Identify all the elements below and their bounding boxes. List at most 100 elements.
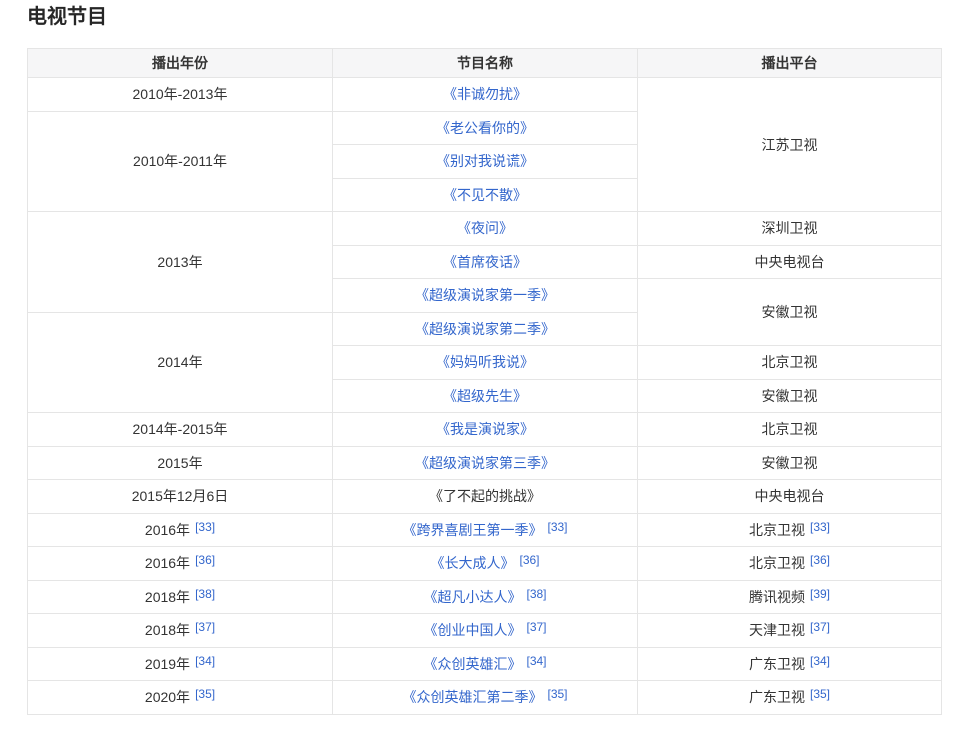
cell-name: 《不见不散》 — [333, 178, 638, 212]
reference-link[interactable]: [36] — [810, 553, 830, 567]
reference-link[interactable]: [35] — [547, 687, 567, 701]
reference-link[interactable]: [34] — [526, 654, 546, 668]
program-link[interactable]: 《长大成人》 — [430, 555, 514, 571]
cell-name: 《众创英雄汇》 [34] — [333, 647, 638, 681]
program-link[interactable]: 《超级先生》 — [443, 388, 527, 404]
table-row: 2015年12月6日《了不起的挑战》中央电视台 — [28, 480, 942, 514]
cell-platform: 广东卫视 [35] — [638, 681, 942, 715]
reference-link[interactable]: [34] — [810, 654, 830, 668]
program-link[interactable]: 《超凡小达人》 — [423, 589, 521, 605]
cell-name: 《众创英雄汇第二季》 [35] — [333, 681, 638, 715]
program-link[interactable]: 《夜问》 — [457, 220, 513, 236]
platform-text: 安徽卫视 — [762, 455, 818, 471]
cell-platform: 安徽卫视 — [638, 379, 942, 413]
table-row: 2018年 [37] 《创业中国人》 [37] 天津卫视 [37] — [28, 614, 942, 648]
table-row: 2018年 [38] 《超凡小达人》 [38] 腾讯视频 [39] — [28, 580, 942, 614]
program-link[interactable]: 《老公看你的》 — [436, 120, 534, 136]
program-link[interactable]: 《超级演说家第一季》 — [415, 287, 555, 303]
table-row: 2020年 [35] 《众创英雄汇第二季》 [35] 广东卫视 [35] — [28, 681, 942, 715]
cell-name: 《别对我说谎》 — [333, 145, 638, 179]
year-text: 2014年-2015年 — [133, 421, 228, 437]
program-link[interactable]: 《超级演说家第二季》 — [415, 321, 555, 337]
platform-text: 天津卫视 — [749, 622, 805, 638]
cell-year: 2010年-2011年 — [28, 111, 333, 212]
program-link[interactable]: 《我是演说家》 — [436, 421, 534, 437]
platform-text: 深圳卫视 — [762, 220, 818, 236]
cell-platform: 北京卫视 — [638, 346, 942, 380]
platform-text: 江苏卫视 — [762, 137, 818, 153]
cell-name: 《超凡小达人》 [38] — [333, 580, 638, 614]
year-text: 2018年 — [145, 622, 190, 638]
page-title: 电视节目 — [27, 6, 942, 28]
cell-platform: 江苏卫视 — [638, 78, 942, 212]
cell-year: 2015年 — [28, 446, 333, 480]
year-text: 2010年-2013年 — [133, 86, 228, 102]
cell-year: 2010年-2013年 — [28, 78, 333, 112]
table-row: 2013年《夜问》深圳卫视 — [28, 212, 942, 246]
program-link[interactable]: 《非诚勿扰》 — [443, 86, 527, 102]
reference-link[interactable]: [39] — [810, 587, 830, 601]
reference-link[interactable]: [37] — [195, 620, 215, 634]
year-text: 2014年 — [157, 354, 202, 370]
program-link[interactable]: 《不见不散》 — [443, 187, 527, 203]
reference-link[interactable]: [36] — [195, 553, 215, 567]
cell-platform: 天津卫视 [37] — [638, 614, 942, 648]
platform-text: 北京卫视 — [762, 421, 818, 437]
program-link[interactable]: 《妈妈听我说》 — [436, 354, 534, 370]
table-row: 2016年[33]《跨界喜剧王第一季》[33]北京卫视[33] — [28, 513, 942, 547]
reference-link[interactable]: [35] — [810, 687, 830, 701]
cell-name: 《老公看你的》 — [333, 111, 638, 145]
year-text: 2018年 — [145, 589, 190, 605]
platform-text: 北京卫视 — [762, 354, 818, 370]
platform-text: 广东卫视 — [749, 689, 805, 705]
year-text: 2020年 — [145, 689, 190, 705]
cell-name: 《了不起的挑战》 — [333, 480, 638, 514]
tv-programs-table: 播出年份 节目名称 播出平台 2010年-2013年《非诚勿扰》江苏卫视2010… — [27, 48, 942, 715]
reference-link[interactable]: [37] — [526, 620, 546, 634]
program-link[interactable]: 《众创英雄汇》 — [423, 656, 521, 672]
reference-link[interactable]: [34] — [195, 654, 215, 668]
reference-link[interactable]: [38] — [195, 587, 215, 601]
platform-text: 安徽卫视 — [762, 304, 818, 320]
table-body: 2010年-2013年《非诚勿扰》江苏卫视2010年-2011年《老公看你的》《… — [28, 78, 942, 715]
program-link[interactable]: 《别对我说谎》 — [436, 153, 534, 169]
cell-year: 2020年 [35] — [28, 681, 333, 715]
cell-year: 2015年12月6日 — [28, 480, 333, 514]
cell-name: 《跨界喜剧王第一季》 [33] — [333, 513, 638, 547]
cell-name: 《超级演说家第一季》 — [333, 279, 638, 313]
table-row: 2014年-2015年 《我是演说家》 北京卫视 — [28, 413, 942, 447]
reference-link[interactable]: [37] — [810, 620, 830, 634]
reference-link[interactable]: [33] — [810, 520, 830, 534]
cell-name: 《超级演说家第三季》 — [333, 446, 638, 480]
cell-platform: 北京卫视 — [638, 413, 942, 447]
col-header-platform: 播出平台 — [638, 49, 942, 78]
table-row: 2015年 《超级演说家第三季》 安徽卫视 — [28, 446, 942, 480]
program-link[interactable]: 《众创英雄汇第二季》 — [402, 689, 542, 705]
reference-link[interactable]: [33] — [195, 520, 215, 534]
reference-link[interactable]: [38] — [526, 587, 546, 601]
cell-name: 《超级演说家第二季》 — [333, 312, 638, 346]
table-row: 2010年-2013年《非诚勿扰》江苏卫视 — [28, 78, 942, 112]
platform-text: 腾讯视频 — [749, 589, 805, 605]
program-link[interactable]: 《首席夜话》 — [443, 254, 527, 270]
platform-text: 安徽卫视 — [762, 388, 818, 404]
reference-link[interactable]: [35] — [195, 687, 215, 701]
program-link[interactable]: 《超级演说家第三季》 — [415, 455, 555, 471]
table-row: 2016年 [36] 《长大成人》 [36] 北京卫视 [36] — [28, 547, 942, 581]
cell-year: 2013年 — [28, 212, 333, 313]
platform-text: 北京卫视 — [749, 555, 805, 571]
cell-year: 2014年 — [28, 312, 333, 413]
program-link[interactable]: 《创业中国人》 — [423, 622, 521, 638]
page: 电视节目 播出年份 节目名称 播出平台 2010年-2013年《非诚勿扰》江苏卫… — [0, 0, 963, 715]
reference-link[interactable]: [36] — [519, 553, 539, 567]
reference-link[interactable]: [33] — [547, 520, 567, 534]
cell-year: 2019年[34] — [28, 647, 333, 681]
cell-platform: 安徽卫视 — [638, 446, 942, 480]
cell-year: 2014年-2015年 — [28, 413, 333, 447]
cell-platform: 中央电视台 — [638, 480, 942, 514]
program-link[interactable]: 《跨界喜剧王第一季》 — [402, 522, 542, 538]
year-text: 2016年 — [145, 555, 190, 571]
year-text: 2010年-2011年 — [133, 153, 227, 169]
table-row: 2019年[34]《众创英雄汇》[34]广东卫视[34] — [28, 647, 942, 681]
col-header-year: 播出年份 — [28, 49, 333, 78]
